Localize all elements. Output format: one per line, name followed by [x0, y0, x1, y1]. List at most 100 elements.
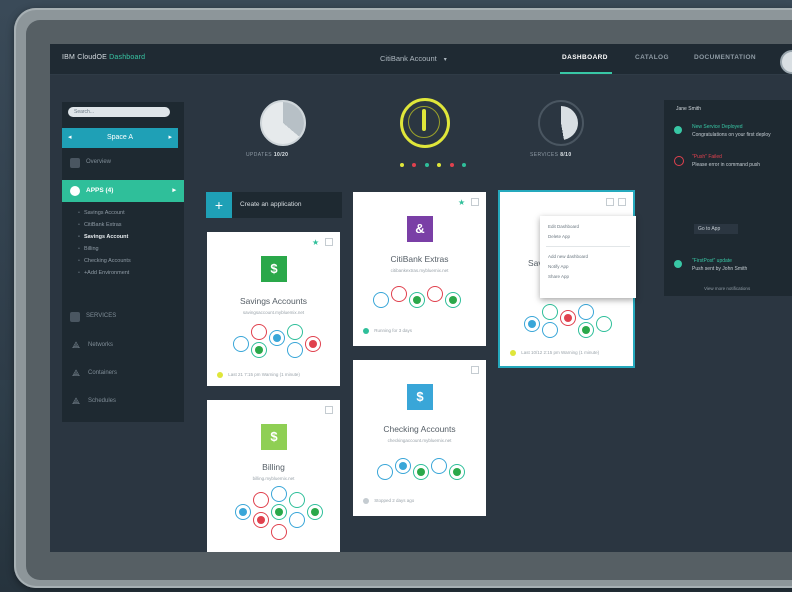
space-selector[interactable]: ◂ Space A ▸ — [62, 128, 178, 148]
search-input[interactable]: Search... — [68, 107, 170, 117]
avatar[interactable] — [780, 50, 792, 74]
service-icon[interactable] — [578, 322, 594, 338]
alert-dial[interactable] — [400, 98, 450, 148]
sidebar-app-item[interactable]: Checking Accounts — [78, 258, 131, 264]
notification-title[interactable]: "FirstPost" update — [692, 258, 732, 264]
sidebar-app-item[interactable]: +Add Environment — [78, 270, 129, 276]
sidebar-item-services[interactable]: SERVICES — [62, 308, 178, 326]
sidebar-app-item[interactable]: Billing — [78, 246, 99, 252]
service-icon[interactable] — [373, 292, 389, 308]
checkbox[interactable] — [618, 198, 626, 206]
service-icon[interactable] — [235, 504, 251, 520]
notification-title[interactable]: New Service Deployed — [692, 124, 743, 130]
services-value: 8/10 — [560, 152, 572, 158]
updates-dial[interactable] — [260, 100, 306, 146]
service-icon[interactable] — [524, 316, 540, 332]
service-icon[interactable] — [596, 316, 612, 332]
sidebar-app-item[interactable]: Savings Account — [78, 234, 128, 240]
sidebar-item-apps[interactable]: APPS (4) ▸ — [62, 180, 184, 202]
service-icon[interactable] — [578, 304, 594, 320]
service-icon[interactable] — [413, 464, 429, 480]
services-dial[interactable] — [538, 100, 584, 146]
service-icon[interactable] — [395, 458, 411, 474]
service-icon[interactable] — [542, 304, 558, 320]
notification-text: Please error in command push — [692, 162, 761, 168]
star-icon[interactable]: ★ — [458, 198, 465, 207]
chevron-right-icon[interactable]: ▸ — [168, 128, 172, 148]
app-card[interactable]: $ Checking Accounts checkingaccount.mybl… — [353, 360, 486, 516]
services-label: SERVICES 8/10 — [530, 152, 572, 158]
account-selector[interactable]: CitiBank Account ▾ — [380, 54, 447, 63]
menu-item-share[interactable]: Share App — [548, 274, 569, 279]
chevron-down-icon: ▾ — [443, 57, 447, 63]
status-dot — [400, 163, 404, 167]
service-icon[interactable] — [449, 464, 465, 480]
service-icon[interactable] — [542, 322, 558, 338]
brand[interactable]: IBM CloudOE Dashboard — [62, 54, 145, 61]
app-icon: $ — [407, 384, 433, 410]
brand-accent: Dashboard — [109, 54, 146, 61]
sidebar-item-label: Containers — [88, 370, 118, 376]
notification-title[interactable]: "Push" Failed — [692, 154, 722, 160]
service-icon[interactable] — [391, 286, 407, 302]
service-icon[interactable] — [233, 336, 249, 352]
go-to-app-button[interactable]: Go to App — [694, 224, 738, 234]
dial-fill — [544, 106, 578, 140]
view-more-link[interactable]: View more notifications — [704, 286, 750, 291]
service-icon[interactable] — [307, 504, 323, 520]
service-icon[interactable] — [287, 342, 303, 358]
service-icon[interactable] — [427, 286, 443, 302]
sidebar-app-item[interactable]: CitiBank Extras — [78, 222, 122, 228]
app-card[interactable]: ★ & CitiBank Extras citibankextras.myblu… — [353, 192, 486, 346]
menu-item-edit[interactable]: Edit Dashboard — [548, 224, 579, 229]
status-dot — [462, 163, 467, 167]
checkbox[interactable] — [606, 198, 614, 206]
service-icon[interactable] — [253, 512, 269, 528]
service-icon[interactable] — [445, 292, 461, 308]
service-icon[interactable] — [305, 336, 321, 352]
app-name: Billing — [262, 462, 285, 472]
dial-fill — [262, 102, 304, 144]
app-status: Running for 3 days — [363, 328, 412, 334]
sidebar-item-overview[interactable]: Overview — [62, 154, 178, 172]
menu-item-notify[interactable]: Notify App — [548, 264, 569, 269]
nav-dashboard[interactable]: DASHBOARD — [562, 54, 608, 61]
create-app-button[interactable]: + Create an application — [206, 192, 342, 218]
menu-item-add-dashboard[interactable]: Add new dashboard — [548, 254, 588, 259]
chevron-left-icon[interactable]: ◂ — [68, 128, 72, 148]
service-icon[interactable] — [289, 492, 305, 508]
sidebar-item-containers[interactable]: ⟁ Containers — [62, 364, 178, 384]
service-icon[interactable] — [253, 492, 269, 508]
service-icon[interactable] — [271, 486, 287, 502]
app-card[interactable]: ★ $ Savings Accounts savingsaccount.mybl… — [207, 232, 340, 386]
nav-documentation[interactable]: DOCUMENTATION — [694, 54, 756, 61]
service-icon[interactable] — [560, 310, 576, 326]
checkbox[interactable] — [471, 366, 479, 374]
network-icon: ⟁ — [72, 340, 81, 350]
checkbox[interactable] — [471, 198, 479, 206]
service-icon[interactable] — [287, 324, 303, 340]
service-icon[interactable] — [271, 504, 287, 520]
checkbox[interactable] — [325, 406, 333, 414]
app-status-text: Last 10/12 2:15 pm Warning (1 minute) — [521, 350, 600, 356]
service-icon[interactable] — [251, 342, 267, 358]
app-card[interactable]: $ Billing billing.mybluemix.net — [207, 400, 340, 552]
menu-item-delete[interactable]: Delete App — [548, 234, 570, 239]
sidebar-app-item[interactable]: Savings Account — [78, 210, 125, 216]
nav-catalog[interactable]: CATALOG — [635, 54, 669, 61]
star-icon[interactable]: ★ — [312, 238, 319, 247]
service-icon[interactable] — [251, 324, 267, 340]
service-icon[interactable] — [269, 330, 285, 346]
sidebar-item-schedules[interactable]: ⟁ Schedules — [62, 392, 178, 412]
service-icon[interactable] — [271, 524, 287, 540]
service-icon[interactable] — [289, 512, 305, 528]
checkbox[interactable] — [325, 238, 333, 246]
sidebar-item-networks[interactable]: ⟁ Networks — [62, 336, 178, 356]
service-icon[interactable] — [431, 458, 447, 474]
app-status-text: Running for 3 days — [374, 328, 413, 334]
chevron-right-icon: ▸ — [172, 187, 176, 194]
success-icon — [674, 126, 682, 134]
service-icon[interactable] — [377, 464, 393, 480]
notifications-user: Jane Smith — [676, 106, 702, 112]
service-icon[interactable] — [409, 292, 425, 308]
